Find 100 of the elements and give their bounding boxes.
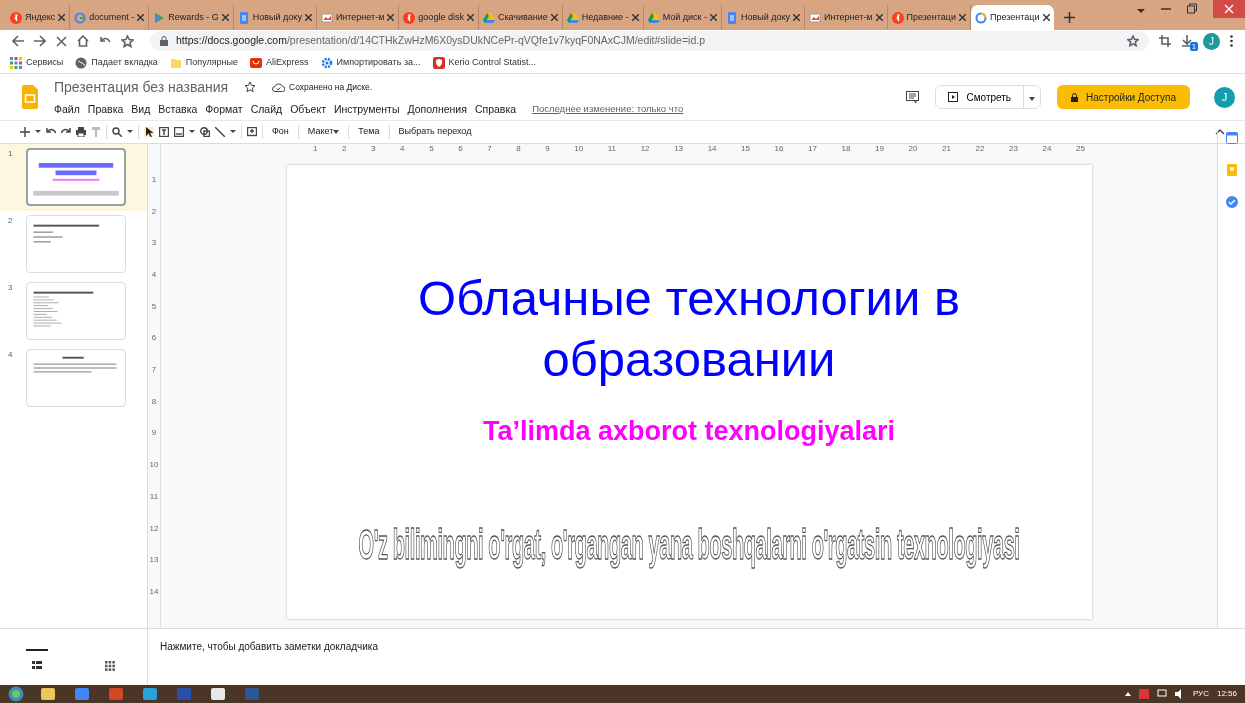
close-icon[interactable] bbox=[550, 14, 558, 21]
tab-title: Скачивание bbox=[497, 10, 548, 24]
menu-item[interactable]: Вставка bbox=[154, 101, 202, 118]
browser-tab[interactable]: Презентаци bbox=[887, 5, 972, 30]
last-edit-link[interactable]: Последнее изменение: только что bbox=[528, 102, 688, 117]
browser-tab[interactable]: Презентаци bbox=[971, 5, 1054, 30]
close-icon[interactable] bbox=[221, 14, 229, 21]
tray-arrow-icon[interactable] bbox=[1124, 692, 1131, 696]
bookmark-link[interactable]: Популярные bbox=[169, 55, 239, 70]
bookmark-link[interactable]: Падает вкладка bbox=[75, 55, 158, 70]
toolbar-button[interactable]: Выбрать переход bbox=[394, 125, 476, 139]
browser-tab[interactable]: Новый доку bbox=[722, 5, 806, 30]
more-icon[interactable] bbox=[1230, 35, 1233, 47]
bookmark-link[interactable]: AliExpress bbox=[250, 55, 309, 70]
toolbar-button[interactable]: Макет bbox=[303, 125, 344, 139]
start-orb-icon[interactable] bbox=[8, 686, 24, 702]
bookmark-link[interactable]: Сервисы bbox=[10, 55, 64, 70]
ruler-number: 3 bbox=[151, 237, 157, 250]
slide-outline-text[interactable]: O'z bilimingni o'rgat, o'rgangan yana boshqalarni o'rgatsin texnologiyasi bbox=[358, 520, 1020, 568]
menu-item[interactable]: Вид bbox=[127, 101, 155, 118]
menu-item[interactable]: Инструменты bbox=[329, 101, 404, 118]
star-icon[interactable] bbox=[1127, 35, 1139, 47]
menu-item[interactable]: Правка bbox=[83, 101, 128, 118]
back-icon[interactable] bbox=[12, 35, 24, 47]
browser-tab[interactable]: Мой диск - bbox=[643, 5, 722, 30]
browser-tab[interactable]: document - bbox=[70, 5, 150, 30]
menu-item[interactable]: Объект bbox=[286, 101, 330, 118]
collapse-icon[interactable] bbox=[1215, 129, 1225, 135]
browser-tab[interactable]: Новый доку bbox=[233, 5, 317, 30]
close-icon[interactable] bbox=[959, 14, 967, 21]
slide-thumbnail-drawing[interactable] bbox=[26, 148, 126, 206]
image-icon[interactable] bbox=[174, 127, 184, 137]
ruler-number: 11 bbox=[607, 144, 617, 154]
close-icon[interactable] bbox=[1042, 14, 1050, 21]
plus-icon[interactable] bbox=[1063, 12, 1075, 23]
present-button[interactable]: Смотреть bbox=[935, 85, 1025, 109]
download-icon[interactable] bbox=[1181, 35, 1193, 47]
language-indicator[interactable]: РУС bbox=[1192, 688, 1209, 700]
star-icon[interactable] bbox=[244, 81, 257, 94]
document-icon bbox=[726, 11, 738, 24]
slide-title[interactable]: Облачные технологии в образовании bbox=[339, 268, 1039, 391]
plus-icon[interactable] bbox=[20, 127, 30, 137]
menu-item[interactable]: Файл bbox=[50, 101, 84, 118]
browser-tab[interactable]: Интернет-м bbox=[805, 5, 888, 30]
close-icon[interactable] bbox=[631, 14, 639, 21]
menu-item[interactable]: Слайд bbox=[246, 101, 287, 118]
browser-tab[interactable]: Rewards - G bbox=[149, 5, 234, 30]
present-dropdown[interactable] bbox=[1023, 85, 1042, 109]
toolbar-button[interactable]: Тема bbox=[354, 125, 384, 139]
browser-tab[interactable]: Недавние - bbox=[562, 5, 644, 30]
document-title[interactable]: Презентация без названия bbox=[54, 76, 229, 98]
home-icon[interactable] bbox=[77, 35, 89, 47]
slide-thumbnail-row[interactable]: 1 bbox=[0, 144, 147, 211]
share-button[interactable]: Настройки Доступа bbox=[1057, 85, 1190, 109]
text-box-icon[interactable] bbox=[159, 127, 169, 137]
print-icon[interactable] bbox=[76, 127, 86, 137]
tab-title: Презентаци bbox=[990, 10, 1040, 24]
browser-tab[interactable]: Скачивание bbox=[478, 5, 563, 30]
close-icon[interactable] bbox=[387, 14, 395, 21]
close-icon[interactable] bbox=[304, 14, 312, 21]
line-icon[interactable] bbox=[215, 127, 225, 137]
address-field[interactable]: https://docs.google.com/presentation/d/14CTHkZwHzM6X0ysDUkNCePr-qVQfe1v7kyqF0NAxCJM/edit#slide=id.p bbox=[150, 31, 1149, 51]
menu-item[interactable]: Справка bbox=[470, 101, 521, 118]
bookmark-link[interactable]: Kerio Control Statist... bbox=[432, 55, 537, 70]
add-comment-icon[interactable] bbox=[247, 127, 257, 137]
slide-canvas[interactable]: Облачные технологии в образовании Ta’limda axborot texnologiyalari O'z bilimingni o'rgat, o'rgangan yana boshqalarni o'rgatsin texnologiyasi bbox=[286, 165, 1092, 619]
star-icon[interactable] bbox=[121, 34, 134, 48]
cursor-icon[interactable] bbox=[144, 127, 154, 137]
browser-tab[interactable]: Яндекс bbox=[6, 5, 71, 30]
calendar-icon[interactable] bbox=[1225, 132, 1238, 144]
ruler-number: 19 bbox=[875, 144, 884, 154]
toolbar-button[interactable]: Фон bbox=[268, 125, 293, 139]
close-icon[interactable] bbox=[875, 14, 883, 21]
tray-icon[interactable] bbox=[1138, 689, 1149, 699]
check-circle-icon[interactable] bbox=[1225, 196, 1238, 208]
slide-thumbnail-row[interactable]: 4 bbox=[0, 345, 147, 412]
ruler-number: 7 bbox=[487, 144, 492, 154]
crop-icon[interactable] bbox=[1159, 35, 1171, 47]
ruler-number: 14 bbox=[707, 144, 717, 154]
browser-tab[interactable]: google disk bbox=[399, 5, 479, 30]
bookmark-link[interactable]: Импортировать за... bbox=[320, 55, 421, 70]
close-icon[interactable] bbox=[56, 35, 67, 47]
tab-title: Презентаци bbox=[906, 10, 957, 24]
speaker-notes-field[interactable]: Нажмите, чтобы добавить заметки докладчика bbox=[148, 629, 1245, 685]
ruler-number: 5 bbox=[151, 300, 157, 313]
slide-thumbnail-row[interactable]: 3 bbox=[0, 278, 147, 345]
slide-thumbnail-row[interactable]: 2 bbox=[0, 211, 147, 278]
forward-icon[interactable] bbox=[34, 35, 46, 47]
zoom-icon[interactable] bbox=[112, 127, 122, 137]
close-icon[interactable] bbox=[58, 14, 66, 21]
comment-icon[interactable] bbox=[906, 91, 920, 103]
tab-title: Новый доку bbox=[252, 10, 302, 24]
close-icon[interactable] bbox=[793, 14, 801, 21]
menu-item[interactable]: Дополнения bbox=[403, 101, 471, 118]
close-icon[interactable] bbox=[710, 14, 717, 21]
browser-tab[interactable]: Интернет-м bbox=[316, 5, 400, 30]
close-icon[interactable] bbox=[466, 14, 474, 21]
close-icon[interactable] bbox=[137, 14, 145, 21]
shape-icon[interactable] bbox=[200, 127, 210, 137]
menu-item[interactable]: Формат bbox=[201, 101, 247, 118]
